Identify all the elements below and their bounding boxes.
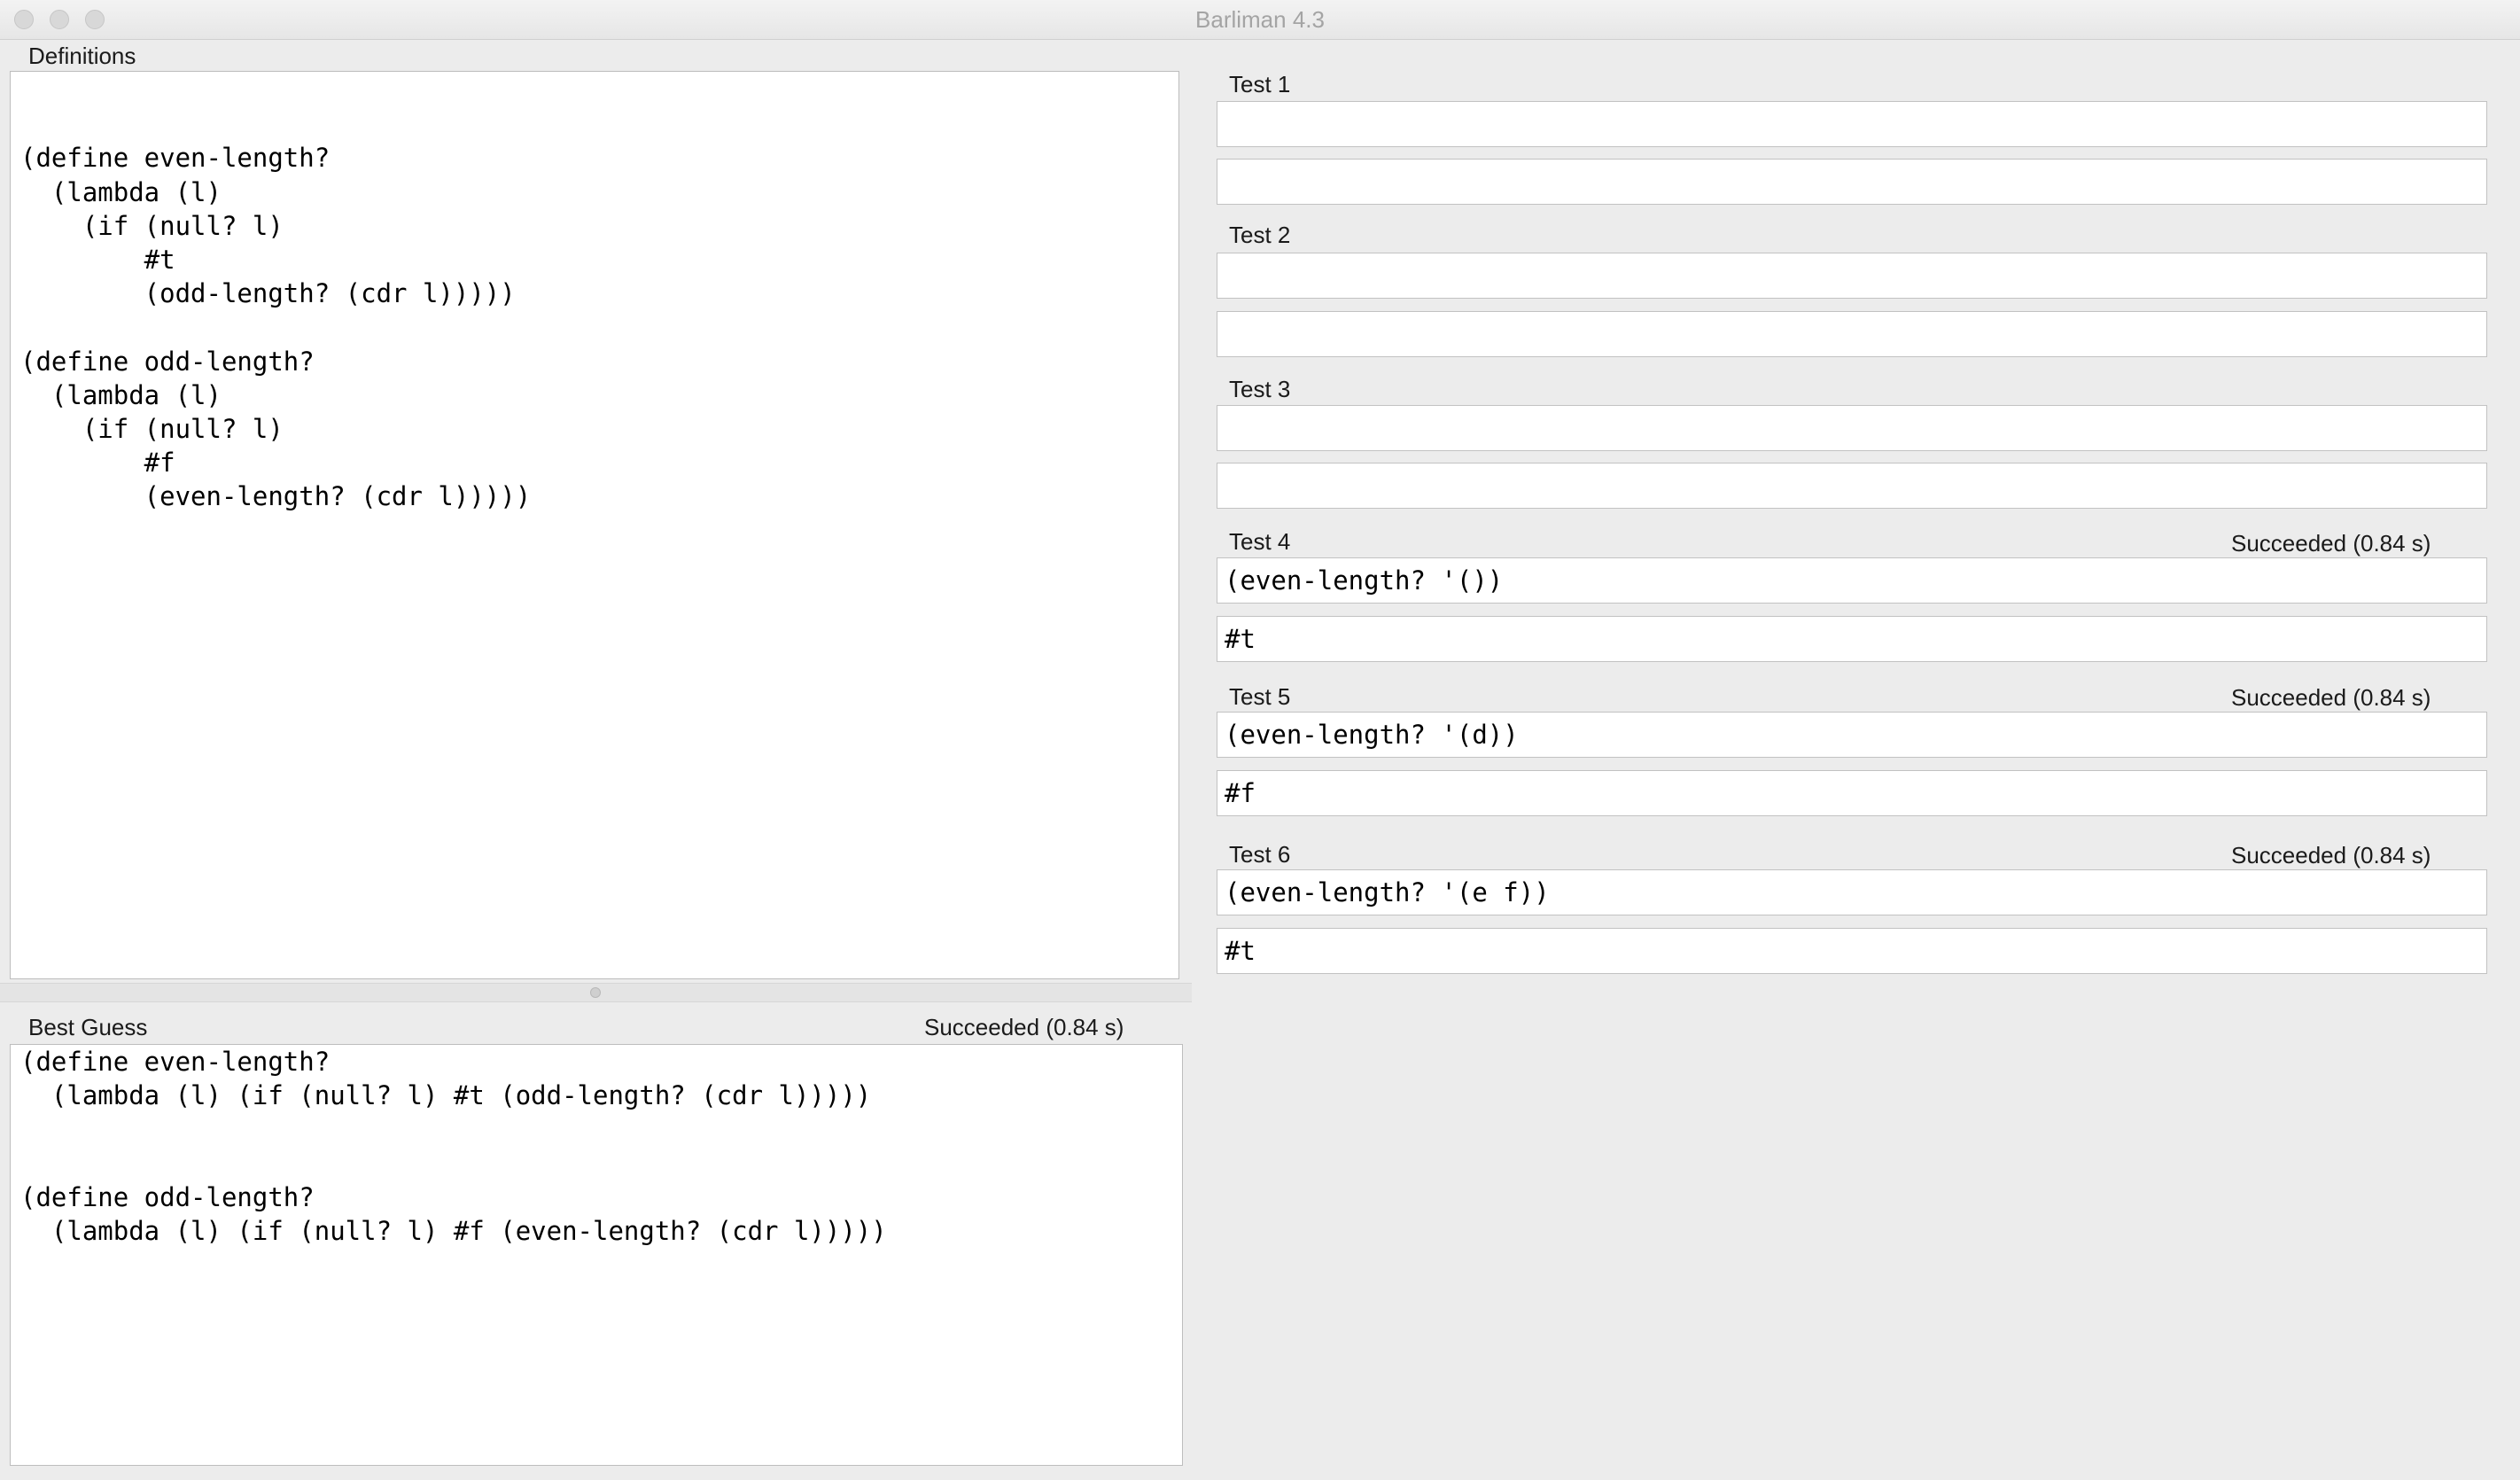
test-1-input[interactable] xyxy=(1217,101,2487,147)
test-3-input[interactable] xyxy=(1217,405,2487,451)
test-4-input[interactable]: (even-length? '()) xyxy=(1217,557,2487,604)
best-guess-label: Best Guess xyxy=(28,1014,148,1040)
test-6-label: Test 6 xyxy=(1229,841,1291,868)
barliman-window: Barliman 4.3 Definitions (define even-le… xyxy=(0,0,2520,1480)
test-5-label: Test 5 xyxy=(1229,683,1291,710)
test-6-input[interactable]: (even-length? '(e f)) xyxy=(1217,869,2487,915)
definitions-label: Definitions xyxy=(28,43,136,69)
test-4-status: Succeeded (0.84 s) xyxy=(2231,530,2431,557)
definitions-editor[interactable]: (define even-length? (lambda (l) (if (nu… xyxy=(10,71,1179,979)
test-2-label: Test 2 xyxy=(1229,222,1291,248)
definitions-code[interactable]: (define even-length? (lambda (l) (if (nu… xyxy=(11,72,1178,514)
test-6-expected-output[interactable]: #t xyxy=(1217,928,2487,974)
test-1-expected-output[interactable] xyxy=(1217,159,2487,205)
window-title: Barliman 4.3 xyxy=(1195,6,1325,33)
best-guess-code[interactable]: (define even-length? (lambda (l) (if (nu… xyxy=(11,1045,1182,1248)
test-3-label: Test 3 xyxy=(1229,376,1291,402)
test-4-label: Test 4 xyxy=(1229,528,1291,555)
test-5-expected-output[interactable]: #f xyxy=(1217,770,2487,816)
test-4-expected-output[interactable]: #t xyxy=(1217,616,2487,662)
title-bar: Barliman 4.3 xyxy=(0,0,2520,40)
test-1-label: Test 1 xyxy=(1229,71,1291,97)
best-guess-editor[interactable]: (define even-length? (lambda (l) (if (nu… xyxy=(10,1044,1183,1466)
test-2-expected-output[interactable] xyxy=(1217,311,2487,357)
splitter-handle[interactable] xyxy=(590,987,601,998)
pane-splitter[interactable] xyxy=(0,983,1192,1002)
test-5-status: Succeeded (0.84 s) xyxy=(2231,684,2431,711)
test-2-input[interactable] xyxy=(1217,253,2487,299)
test-6-status: Succeeded (0.84 s) xyxy=(2231,842,2431,869)
test-3-expected-output[interactable] xyxy=(1217,463,2487,509)
test-5-input[interactable]: (even-length? '(d)) xyxy=(1217,712,2487,758)
best-guess-status: Succeeded (0.84 s) xyxy=(924,1014,1124,1040)
